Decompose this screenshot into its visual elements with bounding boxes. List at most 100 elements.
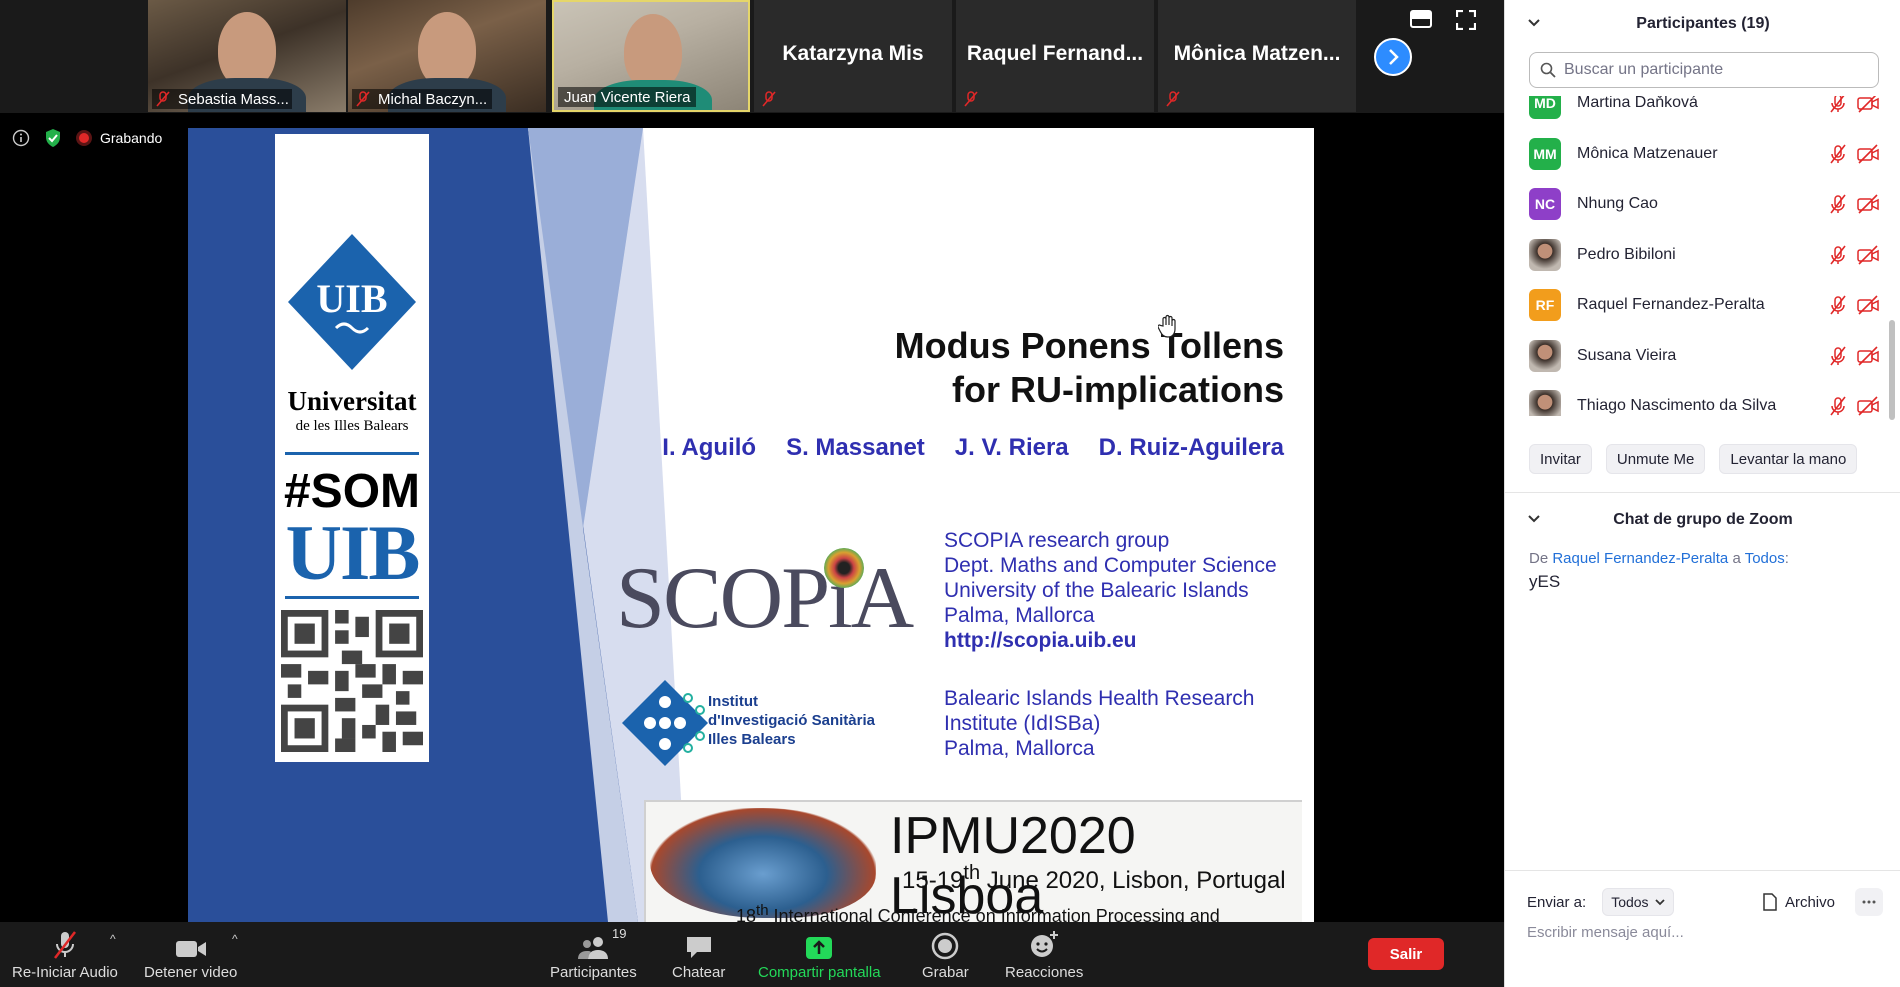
shield-icon[interactable]	[44, 128, 62, 148]
author: S. Massanet	[786, 434, 925, 461]
avatar: NC	[1529, 188, 1561, 220]
participant-row[interactable]: MM Mônica Matzenauer	[1529, 129, 1879, 179]
meeting-area: Sebastia Mass... Michal Baczyn... Juan V…	[0, 0, 1504, 987]
participant-list: MD Martina Daňková MM Mônica Matzenauer NC Nh…	[1505, 96, 1885, 416]
participant-name: Mônica Matzenauer	[1577, 144, 1718, 162]
chat-button[interactable]: Chatear	[672, 928, 725, 981]
chat-message-text: yES	[1529, 572, 1561, 591]
mic-muted-icon	[964, 91, 978, 107]
participant-name: Mônica Matzen...	[1173, 42, 1341, 65]
participant-name-thumbnail[interactable]: Mônica Matzen...	[1158, 0, 1356, 112]
audio-options-caret[interactable]: ^	[110, 932, 116, 946]
chat-message-meta: De Raquel Fernandez-Peralta a Todos:	[1529, 550, 1789, 567]
participant-name-thumbnail[interactable]: Raquel Fernand...	[956, 0, 1154, 112]
next-page-button[interactable]	[1374, 38, 1412, 76]
participant-row[interactable]: NC Nhung Cao	[1529, 179, 1879, 229]
participants-icon	[578, 937, 609, 959]
video-off-icon	[1857, 396, 1879, 416]
idisba-info: Balearic Islands Health Research Institu…	[944, 687, 1255, 760]
participant-video-thumbnail[interactable]: Sebastia Mass...	[148, 0, 346, 112]
active-speaker-thumbnail[interactable]: Juan Vicente Riera	[552, 0, 750, 112]
search-placeholder: Buscar un participante	[1564, 61, 1724, 78]
file-icon	[1763, 893, 1777, 911]
avatar: MD	[1529, 96, 1561, 119]
mic-muted-icon	[1166, 91, 1180, 107]
participant-row[interactable]: RF Raquel Fernandez-Peralta	[1529, 280, 1879, 330]
participant-list-scrollbar[interactable]	[1889, 320, 1895, 420]
uib-subtitle: de les Illes Balears	[295, 418, 409, 434]
idisba-label: Institut d'Investigació Sanitària Illes …	[708, 693, 875, 748]
mic-muted-icon	[53, 931, 76, 959]
meeting-toolbar: Re-Iniciar Audio ^ Detener video ^ Parti…	[0, 922, 1504, 987]
uib-shield-logo: UIB	[288, 234, 416, 370]
participant-search-input[interactable]: Buscar un participante	[1529, 52, 1879, 88]
participant-name-label: Sebastia Mass...	[152, 89, 292, 109]
avatar: MM	[1529, 137, 1561, 170]
meeting-status-bar: Grabando	[12, 128, 162, 148]
ipmu-banner: IPMU2020 Lisboa 15-19th June 2020, Lisbo…	[644, 800, 1302, 922]
participant-row[interactable]: Pedro Bibiloni	[1529, 230, 1879, 280]
share-screen-button[interactable]: Compartir pantalla	[758, 928, 881, 981]
hand-cursor-icon	[1158, 314, 1176, 338]
reactions-button[interactable]: Reacciones	[1005, 928, 1083, 981]
video-button[interactable]: Detener video	[144, 928, 237, 981]
mic-muted-icon	[1830, 295, 1846, 315]
video-off-icon	[1857, 96, 1879, 113]
chat-send-options: Enviar a: Todos Archivo	[1527, 888, 1883, 916]
zoom-window: Sebastia Mass... Michal Baczyn... Juan V…	[0, 0, 1900, 987]
uib-logo-card: UIB Universitat de les Illes Balears #SO…	[275, 134, 429, 762]
raise-hand-button[interactable]: Levantar la mano	[1719, 444, 1858, 474]
record-button[interactable]: Grabar	[922, 928, 969, 981]
mic-muted-icon	[1830, 396, 1846, 416]
ipmu-conference: 18th International Conference on Informa…	[736, 902, 1220, 922]
mic-muted-icon	[1830, 194, 1846, 214]
uib-name: Universitat	[287, 386, 417, 416]
participant-name: Raquel Fernandez-Peralta	[1577, 296, 1765, 313]
leave-meeting-button[interactable]: Salir	[1368, 938, 1444, 970]
participant-face	[218, 12, 276, 88]
participant-row[interactable]: MD Martina Daňková	[1529, 96, 1879, 128]
participant-name: Thiago Nascimento da Silva	[1577, 397, 1777, 414]
eye-icon	[824, 548, 864, 588]
invite-button[interactable]: Invitar	[1529, 444, 1592, 474]
participant-name: Raquel Fernand...	[966, 42, 1144, 65]
recording-label: Grabando	[100, 130, 163, 146]
audio-button[interactable]: Re-Iniciar Audio	[12, 928, 118, 981]
author: D. Ruiz-Aguilera	[1098, 434, 1284, 461]
video-options-caret[interactable]: ^	[232, 932, 238, 946]
mic-muted-icon	[1830, 96, 1845, 113]
chevron-down-icon	[1654, 899, 1665, 906]
som-uib-text: UIB	[285, 509, 421, 596]
participant-row[interactable]: Thiago Nascimento da Silva	[1529, 381, 1879, 416]
share-screen-icon	[806, 937, 833, 959]
chat-sender[interactable]: Raquel Fernandez-Peralta	[1552, 550, 1728, 567]
qr-code	[281, 610, 423, 752]
info-icon[interactable]	[12, 129, 30, 147]
avatar	[1529, 339, 1561, 372]
send-to-label: Enviar a:	[1527, 893, 1587, 911]
mic-muted-icon	[1830, 346, 1846, 365]
participant-name-thumbnail[interactable]: Katarzyna Mis	[754, 0, 952, 112]
video-off-icon	[1857, 143, 1879, 164]
send-to-select[interactable]: Todos	[1602, 888, 1674, 916]
participant-name: Katarzyna Mis	[782, 42, 924, 65]
camera-icon	[175, 941, 206, 957]
video-off-icon	[1857, 194, 1879, 214]
chat-recipient[interactable]: Todos	[1745, 550, 1785, 567]
scopia-info: SCOPIA research group Dept. Maths and Co…	[944, 529, 1277, 652]
participant-row[interactable]: Susana Vieira	[1529, 331, 1879, 381]
mic-muted-icon	[1830, 144, 1846, 163]
participants-count: 19	[612, 926, 627, 941]
author: J. V. Riera	[954, 434, 1069, 461]
fullscreen-icon[interactable]	[1456, 10, 1476, 30]
more-options-button[interactable]	[1855, 888, 1883, 916]
mic-muted-icon	[1830, 245, 1846, 264]
chat-message-input[interactable]: Escribir mensaje aquí...	[1527, 924, 1684, 941]
participant-name: Susana Vieira	[1577, 346, 1677, 364]
scopia-url: http://scopia.uib.eu	[944, 629, 1137, 652]
unmute-me-button[interactable]: Unmute Me	[1605, 444, 1706, 474]
view-layout-icon[interactable]	[1410, 10, 1432, 28]
mic-muted-icon	[762, 91, 776, 107]
file-button[interactable]: Archivo	[1763, 893, 1835, 911]
participant-video-thumbnail[interactable]: Michal Baczyn...	[348, 0, 546, 112]
